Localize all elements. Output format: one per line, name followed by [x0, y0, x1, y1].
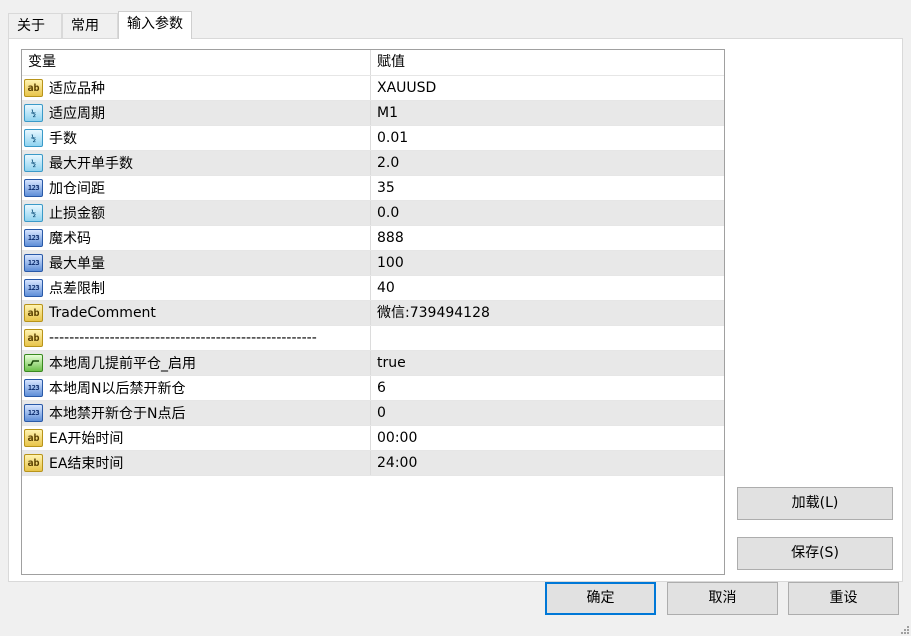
- parameter-name-cell: 123 加仓间距: [22, 176, 371, 200]
- parameter-row[interactable]: ½ 手数 0.01: [22, 126, 724, 151]
- parameter-value[interactable]: 微信:739494128: [371, 301, 724, 325]
- parameter-name-cell: ab 适应品种: [22, 76, 371, 100]
- parameter-name-cell: 123 魔术码: [22, 226, 371, 250]
- parameter-row[interactable]: 123 最大单量 100: [22, 251, 724, 276]
- parameter-row[interactable]: 本地周几提前平仓_启用 true: [22, 351, 724, 376]
- parameter-name-cell: 本地周几提前平仓_启用: [22, 351, 371, 375]
- tab-inputs[interactable]: 输入参数: [118, 11, 192, 39]
- cancel-button[interactable]: 取消: [667, 582, 778, 615]
- double-type-icon: ½: [24, 104, 43, 122]
- string-type-icon: ab: [24, 454, 43, 472]
- parameter-name-cell: ab --------------------------------------…: [22, 326, 371, 350]
- parameter-name: 适应品种: [49, 81, 105, 97]
- parameter-name: 点差限制: [49, 281, 105, 297]
- parameter-row[interactable]: 123 魔术码 888: [22, 226, 724, 251]
- parameter-name-cell: 123 最大单量: [22, 251, 371, 275]
- parameter-row[interactable]: ½ 适应周期 M1: [22, 101, 724, 126]
- parameter-value[interactable]: 2.0: [371, 151, 724, 175]
- parameter-value[interactable]: 40: [371, 276, 724, 300]
- parameter-name-cell: 123 点差限制: [22, 276, 371, 300]
- parameter-name: 本地周几提前平仓_启用: [49, 356, 196, 372]
- parameter-name: 止损金额: [49, 206, 105, 222]
- load-button[interactable]: 加载(L): [737, 487, 893, 520]
- parameter-name: 最大开单手数: [49, 156, 133, 172]
- parameter-rows: ab 适应品种 XAUUSD ½ 适应周期 M1 ½ 手数 0.01 ½ 最大开单手数 2.0 123 加…: [22, 76, 724, 476]
- parameter-name-cell: ½ 手数: [22, 126, 371, 150]
- parameter-name: EA结束时间: [49, 456, 124, 472]
- parameter-name: 最大单量: [49, 256, 105, 272]
- parameter-row[interactable]: 123 本地周N以后禁开新仓 6: [22, 376, 724, 401]
- inputs-panel: 变量 赋值 ab 适应品种 XAUUSD ½ 适应周期 M1 ½ 手数 0.01 ½ 最大开单手数 2…: [8, 38, 903, 582]
- parameter-name-cell: ½ 适应周期: [22, 101, 371, 125]
- parameter-value[interactable]: 24:00: [371, 451, 724, 475]
- parameter-name-cell: ½ 止损金额: [22, 201, 371, 225]
- integer-type-icon: 123: [24, 404, 43, 422]
- parameter-value[interactable]: 888: [371, 226, 724, 250]
- integer-type-icon: 123: [24, 229, 43, 247]
- double-type-icon: ½: [24, 129, 43, 147]
- parameter-row[interactable]: ½ 止损金额 0.0: [22, 201, 724, 226]
- parameter-value[interactable]: true: [371, 351, 724, 375]
- tab-about[interactable]: 关于: [8, 13, 62, 38]
- parameter-name-cell: ½ 最大开单手数: [22, 151, 371, 175]
- parameter-value[interactable]: 0.01: [371, 126, 724, 150]
- string-type-icon: ab: [24, 79, 43, 97]
- integer-type-icon: 123: [24, 254, 43, 272]
- string-type-icon: ab: [24, 429, 43, 447]
- parameter-name-cell: ab EA开始时间: [22, 426, 371, 450]
- column-header-variable[interactable]: 变量: [22, 50, 371, 75]
- parameter-row[interactable]: 123 本地禁开新仓于N点后 0: [22, 401, 724, 426]
- parameter-name: 本地周N以后禁开新仓: [49, 381, 186, 397]
- double-type-icon: ½: [24, 154, 43, 172]
- parameter-row[interactable]: ab 适应品种 XAUUSD: [22, 76, 724, 101]
- column-header-value[interactable]: 赋值: [371, 50, 724, 75]
- string-type-icon: ab: [24, 329, 43, 347]
- save-button[interactable]: 保存(S): [737, 537, 893, 570]
- parameter-value[interactable]: [371, 326, 724, 350]
- parameter-row[interactable]: ab EA结束时间 24:00: [22, 451, 724, 476]
- parameter-row[interactable]: ab TradeComment 微信:739494128: [22, 301, 724, 326]
- reset-button[interactable]: 重设: [788, 582, 899, 615]
- parameter-name: 本地禁开新仓于N点后: [49, 406, 186, 422]
- integer-type-icon: 123: [24, 279, 43, 297]
- parameter-row[interactable]: 123 加仓间距 35: [22, 176, 724, 201]
- parameter-value[interactable]: 00:00: [371, 426, 724, 450]
- parameter-name: 适应周期: [49, 106, 105, 122]
- boolean-type-icon: [24, 354, 43, 372]
- parameter-value[interactable]: 35: [371, 176, 724, 200]
- parameter-name: 手数: [49, 131, 77, 147]
- parameter-value[interactable]: M1: [371, 101, 724, 125]
- parameter-name-cell: ab TradeComment: [22, 301, 371, 325]
- parameter-name: ----------------------------------------…: [49, 330, 317, 346]
- parameter-value[interactable]: 100: [371, 251, 724, 275]
- parameter-row[interactable]: ½ 最大开单手数 2.0: [22, 151, 724, 176]
- parameter-value[interactable]: 6: [371, 376, 724, 400]
- resize-grip-icon[interactable]: [899, 624, 909, 634]
- parameter-name-cell: ab EA结束时间: [22, 451, 371, 475]
- parameters-grid: 变量 赋值 ab 适应品种 XAUUSD ½ 适应周期 M1 ½ 手数 0.01 ½ 最大开单手数 2…: [21, 49, 725, 575]
- parameter-value[interactable]: 0: [371, 401, 724, 425]
- integer-type-icon: 123: [24, 179, 43, 197]
- integer-type-icon: 123: [24, 379, 43, 397]
- parameter-name: EA开始时间: [49, 431, 124, 447]
- string-type-icon: ab: [24, 304, 43, 322]
- parameter-name-cell: 123 本地周N以后禁开新仓: [22, 376, 371, 400]
- parameter-row[interactable]: ab EA开始时间 00:00: [22, 426, 724, 451]
- parameter-name: 加仓间距: [49, 181, 105, 197]
- grid-header: 变量 赋值: [22, 50, 724, 76]
- parameter-name-cell: 123 本地禁开新仓于N点后: [22, 401, 371, 425]
- ok-button[interactable]: 确定: [545, 582, 656, 615]
- tab-common[interactable]: 常用: [62, 13, 118, 38]
- double-type-icon: ½: [24, 204, 43, 222]
- parameter-name: TradeComment: [49, 305, 156, 321]
- parameter-row[interactable]: ab --------------------------------------…: [22, 326, 724, 351]
- parameter-name: 魔术码: [49, 231, 91, 247]
- parameter-value[interactable]: XAUUSD: [371, 76, 724, 100]
- parameter-value[interactable]: 0.0: [371, 201, 724, 225]
- parameter-row[interactable]: 123 点差限制 40: [22, 276, 724, 301]
